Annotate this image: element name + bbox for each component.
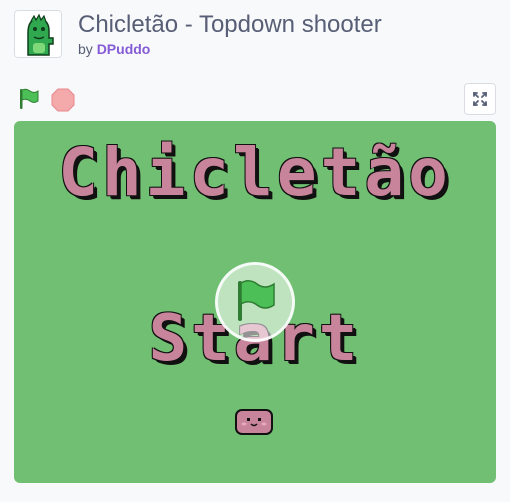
game-title: Chicletão xyxy=(58,134,452,211)
fullscreen-button[interactable] xyxy=(464,83,496,115)
green-dinosaur-icon xyxy=(15,11,61,57)
green-flag-icon xyxy=(238,280,275,321)
fullscreen-icon xyxy=(473,92,487,106)
player-controls xyxy=(14,82,496,116)
by-prefix: by xyxy=(78,41,93,57)
play-overlay-button[interactable] xyxy=(215,262,295,342)
project-avatar[interactable] xyxy=(14,10,62,58)
author-link[interactable]: DPuddo xyxy=(97,41,151,57)
green-flag-button[interactable] xyxy=(16,86,44,114)
project-header: Chicletão - Topdown shooter by DPuddo xyxy=(14,10,496,60)
pink-gum-character xyxy=(235,409,273,435)
green-flag-icon xyxy=(20,88,39,109)
pink-gum-character-icon xyxy=(235,409,273,435)
game-stage[interactable]: Chicletão Start xyxy=(14,121,496,483)
project-title: Chicletão - Topdown shooter xyxy=(78,11,382,38)
stop-button[interactable] xyxy=(50,87,76,113)
project-byline: by DPuddo xyxy=(78,40,150,58)
stop-sign-icon xyxy=(51,88,75,112)
